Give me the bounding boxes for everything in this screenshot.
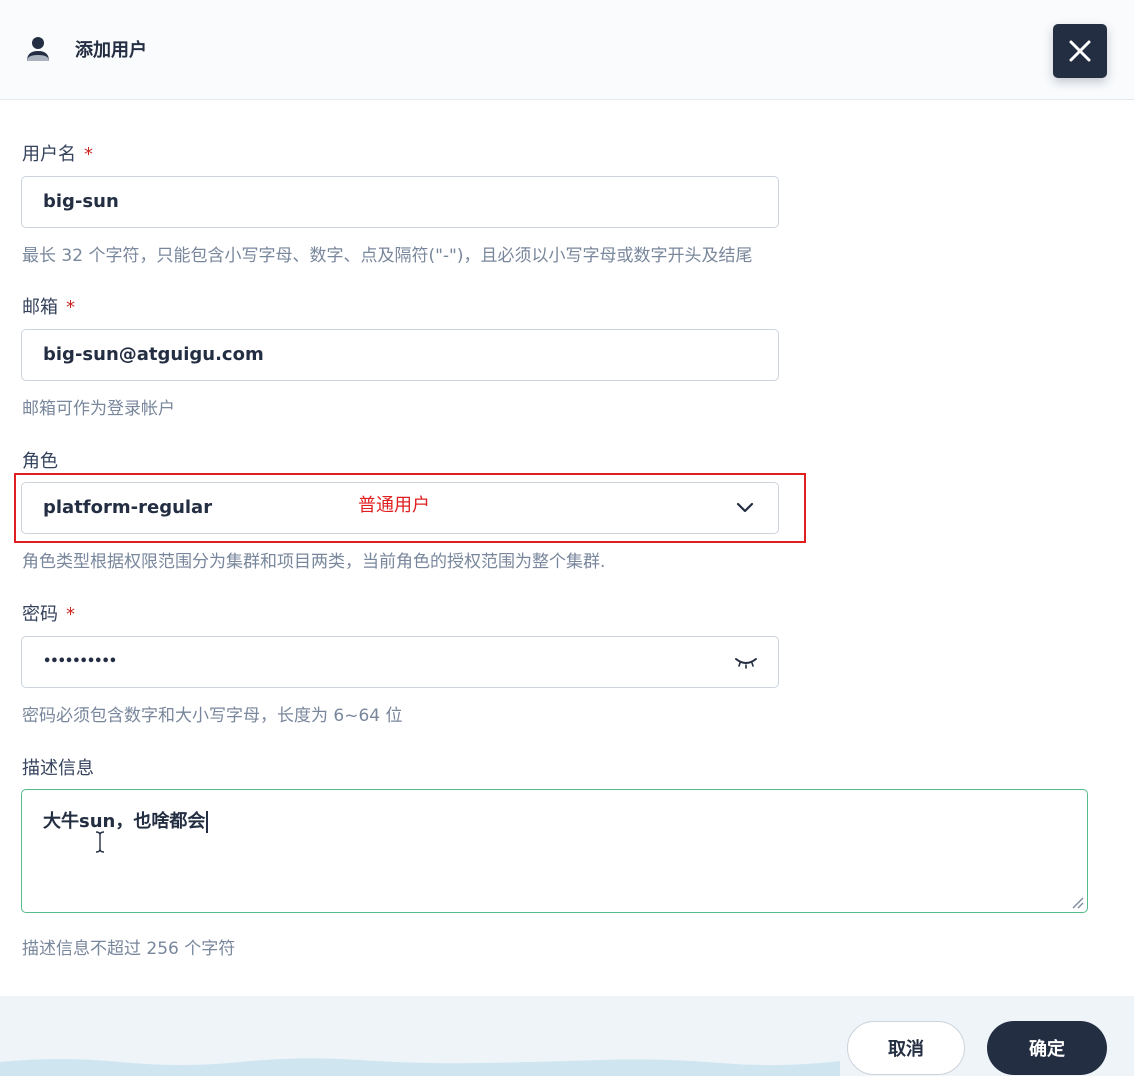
required-mark: * <box>84 144 93 165</box>
description-textarea[interactable]: 大牛sun，也啥都会 <box>21 789 1088 913</box>
confirm-button[interactable]: 确定 <box>987 1021 1107 1075</box>
text-caret <box>206 811 209 833</box>
password-hint: 密码必须包含数字和大小写字母，长度为 6~64 位 <box>22 706 403 726</box>
description-hint: 描述信息不超过 256 个字符 <box>22 939 236 959</box>
role-label: 角色 <box>22 451 58 472</box>
required-mark: * <box>66 604 75 625</box>
required-mark: * <box>66 297 75 318</box>
email-input[interactable]: big-sun@atguigu.com <box>21 329 779 381</box>
dialog-footer <box>0 996 1134 1076</box>
description-value: 大牛sun，也啥都会 <box>43 807 209 833</box>
email-hint: 邮箱可作为登录帐户 <box>22 399 175 419</box>
username-value: big-sun <box>43 191 119 212</box>
role-hint: 角色类型根据权限范围分为集群和项目两类，当前角色的授权范围为整个集群. <box>22 552 606 572</box>
username-input[interactable]: big-sun <box>21 176 779 228</box>
email-label: 邮箱 * <box>22 297 75 318</box>
resize-handle-icon[interactable] <box>1070 895 1084 909</box>
dialog-header: 添加用户 <box>0 0 1134 100</box>
password-label: 密码 * <box>22 604 75 625</box>
username-hint: 最长 32 个字符，只能包含小写字母、数字、点及隔符("-")，且必须以小写字母… <box>22 246 753 266</box>
password-value: •••••••••• <box>43 654 117 669</box>
user-icon <box>27 37 49 61</box>
username-label: 用户名 * <box>22 144 93 165</box>
close-button[interactable] <box>1053 24 1107 78</box>
dialog-title: 添加用户 <box>75 40 147 61</box>
description-label: 描述信息 <box>22 758 94 779</box>
text-cursor-icon <box>95 831 105 853</box>
cancel-button[interactable]: 取消 <box>847 1021 965 1075</box>
password-input[interactable]: •••••••••• <box>21 636 779 688</box>
eye-closed-icon[interactable] <box>734 655 758 669</box>
annotation-text: 普通用户 <box>358 495 430 516</box>
close-icon <box>1069 40 1091 62</box>
footer-wave-decoration <box>0 1058 840 1076</box>
email-value: big-sun@atguigu.com <box>43 344 264 365</box>
